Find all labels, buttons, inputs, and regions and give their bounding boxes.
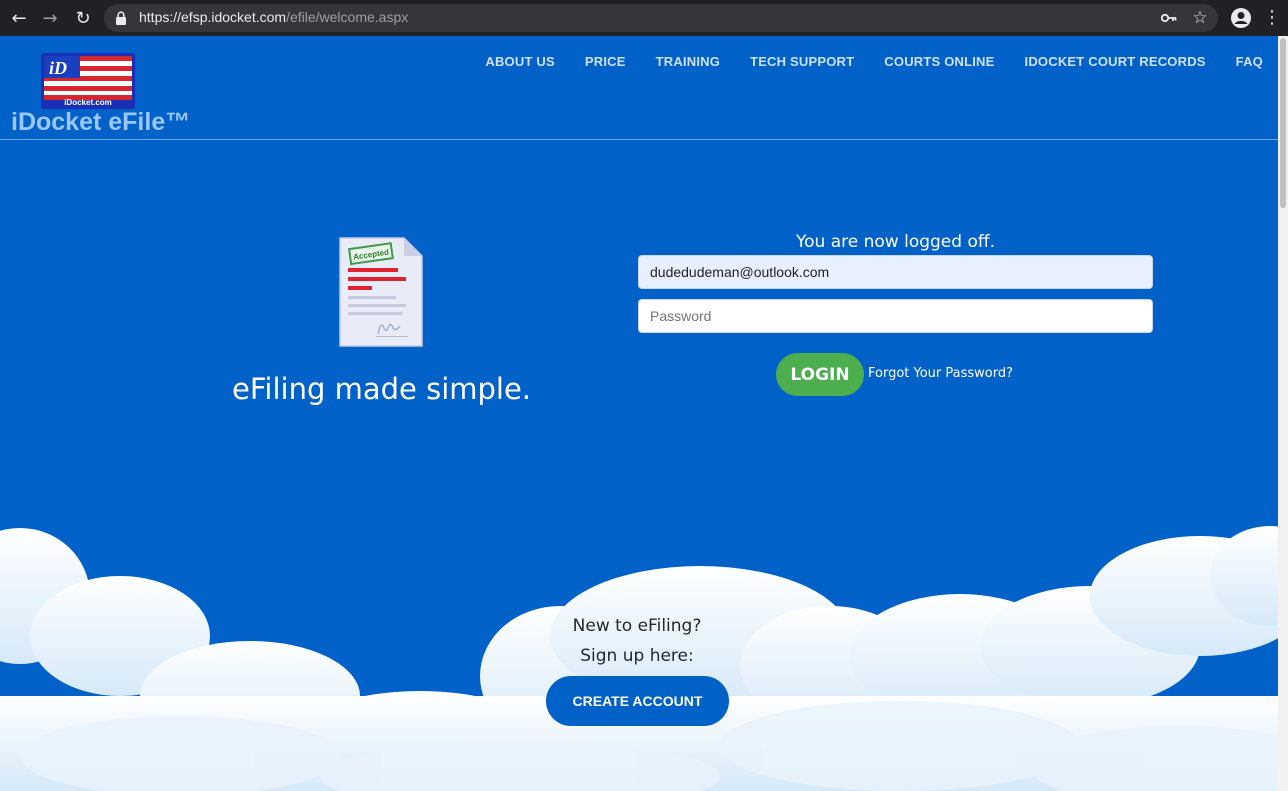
browser-toolbar: ← → ↻ https://efsp.idocket.com/efile/wel… [0,0,1288,36]
page: iD iDocket.com iDocket eFile™ ABOUT US P… [0,36,1278,791]
reload-icon[interactable]: ↻ [71,6,95,30]
url-text: https://efsp.idocket.com/efile/welcome.a… [139,9,408,25]
url-path: /efile/welcome.aspx [286,9,409,25]
logoff-message: You are now logged off. [796,232,995,252]
nav-idocket-court-records[interactable]: IDOCKET COURT RECORDS [1025,54,1206,69]
top-navigation: ABOUT US PRICE TRAINING TECH SUPPORT COU… [485,54,1263,69]
address-bar[interactable]: https://efsp.idocket.com/efile/welcome.a… [104,4,1218,32]
nav-courts-online[interactable]: COURTS ONLINE [884,54,994,69]
nav-about-us[interactable]: ABOUT US [485,54,555,69]
create-account-button[interactable]: CREATE ACCOUNT [546,676,729,726]
site-header: iD iDocket.com iDocket eFile™ ABOUT US P… [0,36,1278,140]
scrollbar[interactable] [1278,36,1288,791]
scrollbar-thumb[interactable] [1280,38,1286,208]
tagline: eFiling made simple. [232,372,532,406]
brand-title: iDocket eFile™ [11,108,191,136]
svg-text:iDocket.com: iDocket.com [64,98,112,107]
password-field[interactable] [638,299,1153,333]
nav-training[interactable]: TRAINING [656,54,720,69]
nav-tech-support[interactable]: TECH SUPPORT [750,54,854,69]
nav-price[interactable]: PRICE [585,54,626,69]
account-icon[interactable] [1230,7,1252,29]
url-host: https://efsp.idocket.com [139,9,287,25]
accepted-document-illustration: Accepted [339,237,423,347]
login-button[interactable]: LOGIN [776,353,864,396]
signup-subprompt: Sign up here: [580,646,694,666]
forgot-password-link[interactable]: Forgot Your Password? [868,366,1013,381]
idocket-logo[interactable]: iD iDocket.com [41,53,135,109]
email-field[interactable] [638,255,1153,289]
signup-prompt: New to eFiling? [572,616,702,636]
lock-icon [116,11,126,25]
forward-arrow-icon[interactable]: → [38,6,62,30]
svg-text:iD: iD [49,58,67,78]
menu-icon[interactable]: ⋮ [1262,8,1282,28]
key-icon[interactable] [1160,9,1178,27]
back-arrow-icon[interactable]: ← [7,6,31,30]
star-icon[interactable]: ☆ [1191,8,1209,28]
nav-faq[interactable]: FAQ [1236,54,1263,69]
